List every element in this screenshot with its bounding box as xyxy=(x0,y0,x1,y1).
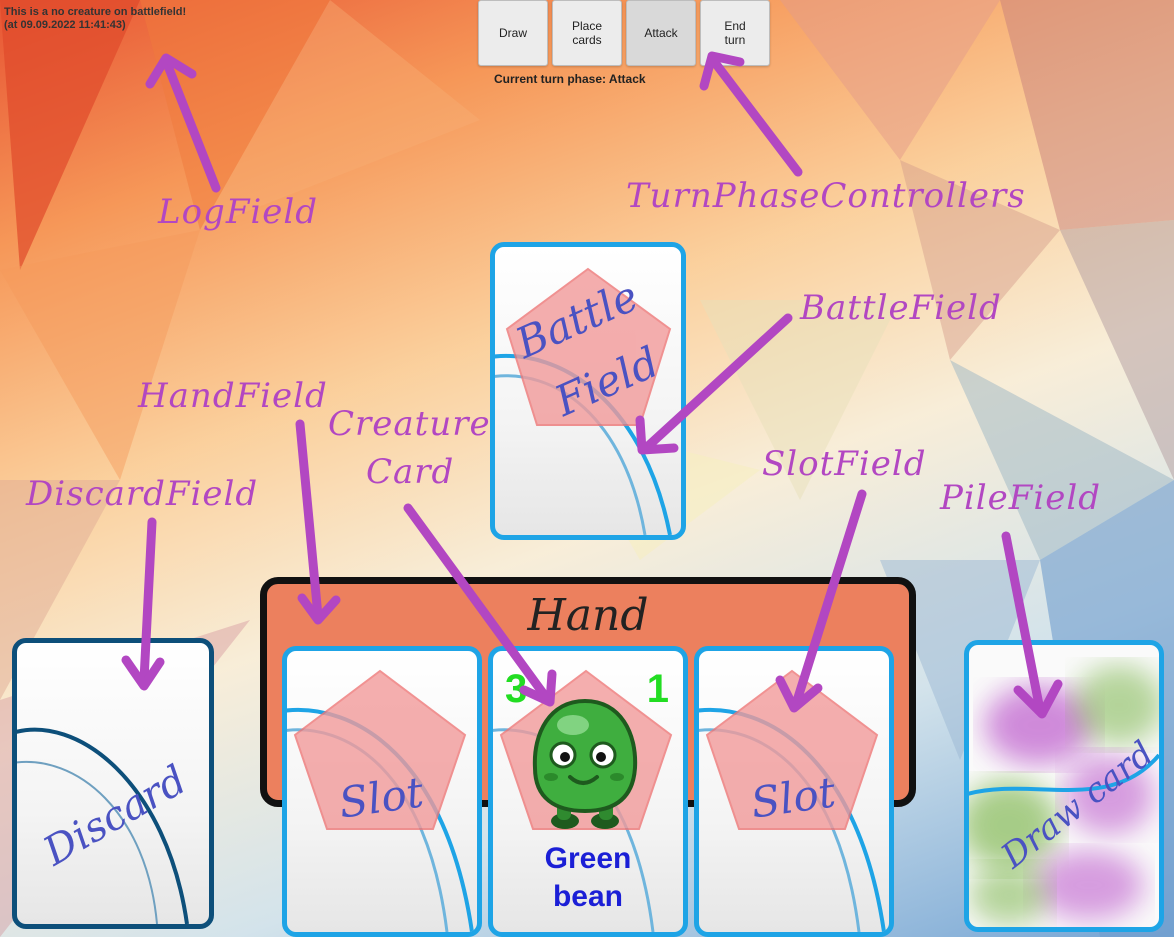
annotation-pile-field: PileField xyxy=(940,478,1101,518)
annotation-creature-card-1: Creature xyxy=(328,404,491,444)
annotation-slot-field: SlotField xyxy=(762,444,927,484)
arrow-to-pile-field xyxy=(1001,531,1045,715)
arrow-to-creature-card xyxy=(403,503,553,705)
arrow-to-log-field xyxy=(163,61,221,193)
annotation-discard-field: DiscardField xyxy=(26,474,259,514)
annotation-battle-field: BattleField xyxy=(800,288,1002,328)
arrow-to-turn-controllers xyxy=(711,59,803,177)
arrow-to-discard-field xyxy=(139,517,157,685)
annotation-turn-phase-controllers: TurnPhaseControllers xyxy=(626,176,1026,216)
annotation-creature-card-2: Card xyxy=(366,452,455,492)
annotation-hand-field: HandField xyxy=(138,376,328,416)
annotation-log-field: LogField xyxy=(158,192,319,232)
arrow-to-hand-field xyxy=(295,419,323,621)
annotation-arrows xyxy=(121,51,1063,719)
arrow-to-battle-field xyxy=(641,313,793,453)
arrow-to-slot-field xyxy=(791,489,867,709)
